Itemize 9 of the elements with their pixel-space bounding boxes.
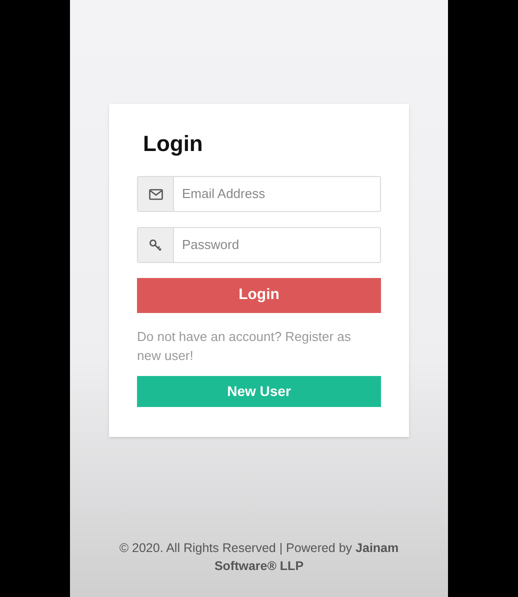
footer-text: © 2020. All Rights Reserved | Powered by Jainam Software® LLP	[118, 540, 400, 575]
email-field[interactable]: Email Address	[174, 176, 381, 212]
new-user-button[interactable]: New User	[137, 376, 381, 407]
password-field[interactable]: Password	[174, 227, 381, 263]
register-prompt: Do not have an account? Register as new user!	[137, 328, 352, 365]
key-icon	[149, 238, 162, 252]
login-title: Login	[143, 130, 204, 158]
envelope-icon	[148, 188, 162, 200]
login-button[interactable]: Login	[137, 278, 381, 313]
